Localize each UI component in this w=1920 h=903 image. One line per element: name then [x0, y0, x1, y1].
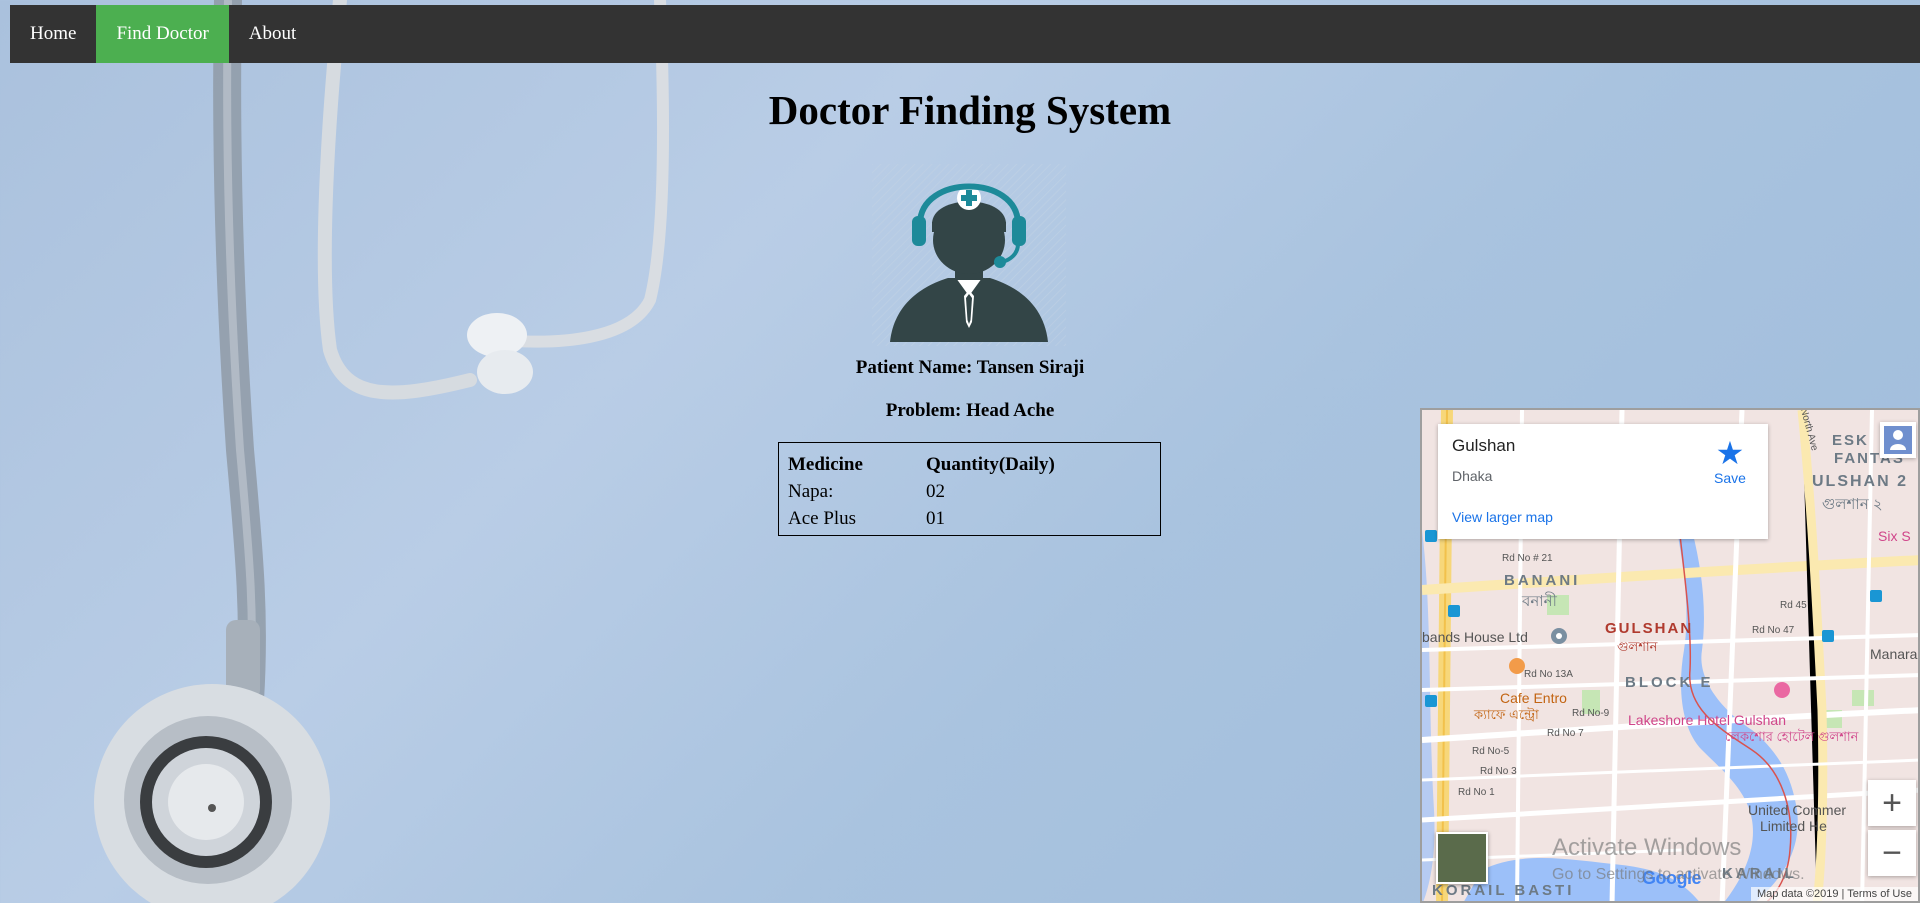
map-label-united: United Commer: [1748, 802, 1847, 818]
header-quantity: Quantity(Daily): [926, 453, 1055, 475]
medicine-name: Napa:: [788, 480, 834, 502]
prescription-table: Medicine Quantity(Daily) Napa: 02 Ace Pl…: [778, 442, 1161, 536]
map-label-block-e: BLOCK E: [1625, 674, 1714, 691]
map-label-rd45: Rd 45: [1780, 600, 1807, 611]
map-label-gulshan: GULSHAN: [1605, 620, 1694, 637]
map-zoom-out-button[interactable]: −: [1868, 830, 1916, 876]
satellite-toggle-thumbnail[interactable]: [1436, 832, 1488, 884]
top-navbar: Home Find Doctor About: [10, 5, 1920, 63]
map-label-rd5: Rd No-5: [1472, 746, 1510, 757]
watermark-line1: Activate Windows: [1552, 834, 1742, 861]
map-label-banani-bn: বনানী: [1522, 593, 1557, 610]
map-label-korail-basti: KORAIL BASTI: [1432, 882, 1575, 899]
table-header-row: Medicine Quantity(Daily): [788, 451, 1057, 478]
nav-about[interactable]: About: [229, 5, 317, 63]
map-label-rd13a: Rd No 13A: [1524, 669, 1573, 680]
map-label-rd3: Rd No 3: [1480, 766, 1517, 777]
map-label-lakeshore: Lakeshore Hotel Gulshan: [1628, 712, 1786, 728]
map-place-name: Gulshan: [1452, 436, 1516, 455]
map-label-rd7: Rd No 7: [1547, 728, 1584, 739]
doctor-headset-icon: [872, 164, 1066, 346]
star-icon: ★: [1715, 435, 1745, 471]
windows-activation-watermark: Activate Windows Go to Settings to activ…: [1552, 834, 1805, 884]
medicine-table: Medicine Quantity(Daily) Napa: 02 Ace Pl…: [788, 451, 1057, 532]
map-label-six: Six S: [1878, 528, 1911, 544]
medicine-quantity: 01: [926, 507, 945, 529]
map-label-rd47: Rd No 47: [1752, 625, 1795, 636]
map-label-gulshan2-bn: গুলশান ২: [1822, 496, 1883, 513]
table-row: Ace Plus 01: [788, 505, 1057, 532]
embedded-map[interactable]: BANANI বনানী GULSHAN গুলশান BLOCK E ULSH…: [1420, 408, 1920, 903]
map-label-esk: ESK: [1832, 432, 1869, 449]
map-footer[interactable]: Map data ©2019 | Terms of Use: [1750, 887, 1918, 901]
page-title: Doctor Finding System: [768, 87, 1172, 133]
map-label-bands-house: bands House Ltd: [1422, 629, 1528, 645]
nav-home[interactable]: Home: [10, 5, 96, 63]
map-label-gulshan2: ULSHAN 2: [1812, 473, 1909, 490]
street-view-pegman-icon[interactable]: [1880, 422, 1916, 458]
map-zoom-in-button[interactable]: +: [1868, 780, 1916, 826]
map-save-button[interactable]: ★ Save: [1710, 436, 1750, 488]
map-label-rd9: Rd No-9: [1572, 708, 1610, 719]
map-place-card: Gulshan Dhaka View larger map ★ Save: [1438, 424, 1768, 539]
map-label-manara: Manara: [1870, 646, 1918, 662]
map-label-lakeshore-bn: লেকশোর হোটেল গুলশান: [1725, 729, 1859, 744]
nav-find-doctor[interactable]: Find Doctor: [96, 5, 229, 63]
map-place-city: Dhaka: [1452, 468, 1493, 484]
map-label-limited: Limited He: [1760, 818, 1827, 834]
map-save-label: Save: [1714, 470, 1746, 486]
map-label-rd1: Rd No 1: [1458, 787, 1495, 798]
map-label-cafe-entro: Cafe Entro: [1500, 690, 1567, 706]
map-label-banani: BANANI: [1504, 572, 1581, 589]
map-label-cafe-entro-bn: ক্যাফে এন্ট্রো: [1474, 707, 1539, 722]
medicine-name: Ace Plus: [788, 507, 857, 529]
map-label-rd21: Rd No # 21: [1502, 553, 1553, 564]
header-medicine: Medicine: [788, 453, 863, 475]
patient-name: Patient Name: Tansen Siraji: [855, 357, 1085, 378]
map-label-gulshan-bn: গুলশান: [1617, 639, 1658, 654]
medicine-quantity: 02: [926, 480, 945, 502]
table-row: Napa: 02: [788, 478, 1057, 505]
view-larger-map-link[interactable]: View larger map: [1452, 509, 1553, 525]
watermark-line2: Go to Settings to activate Windows.: [1552, 866, 1805, 883]
